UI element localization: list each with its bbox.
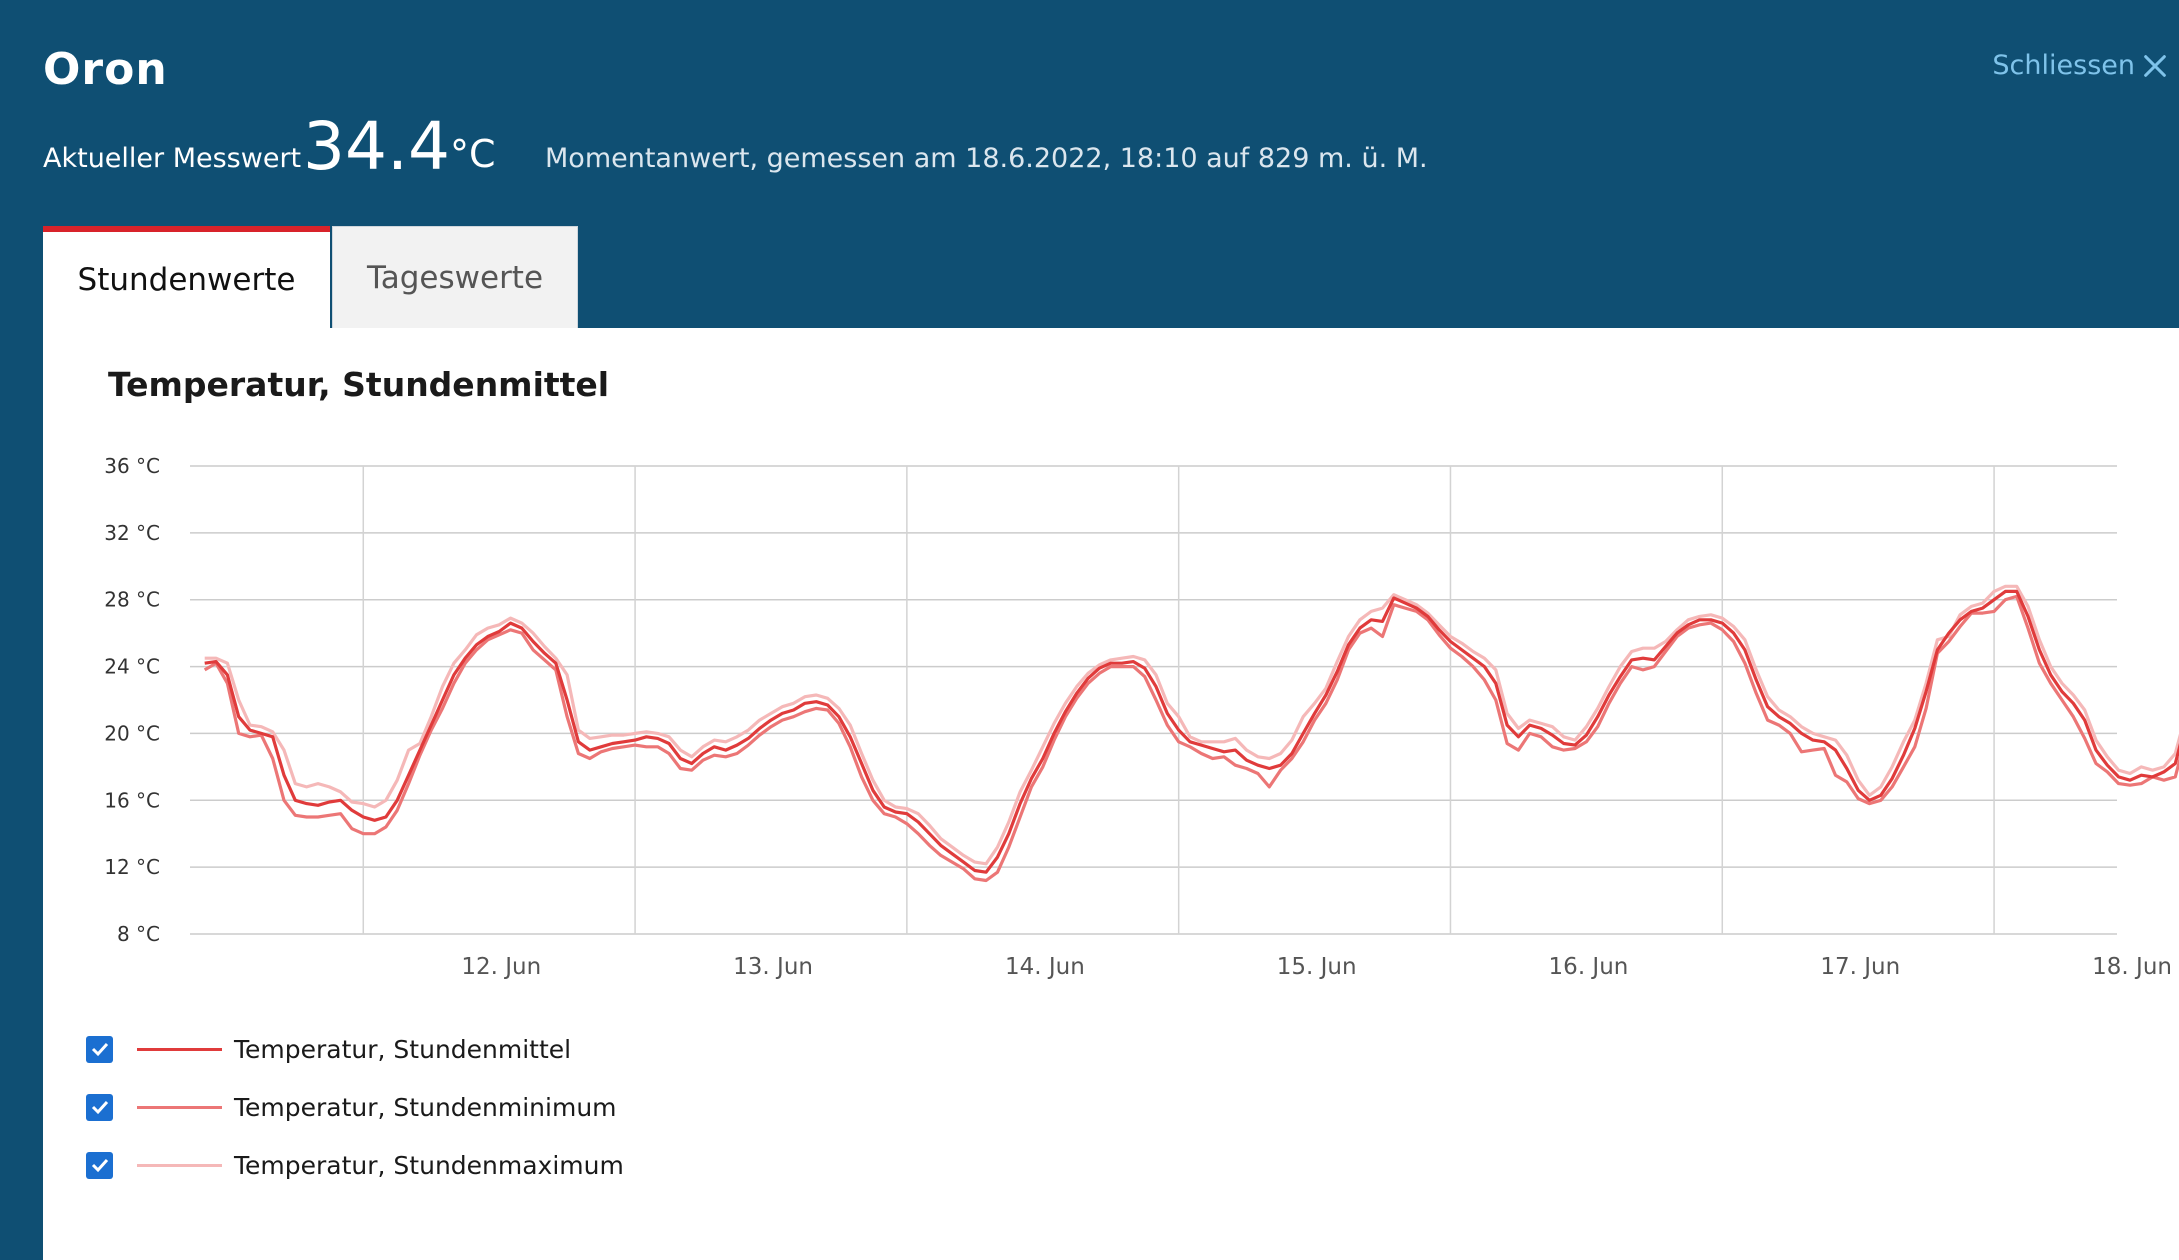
y-axis-ticks: 8 °C 12 °C 16 °C 20 °C 24 °C 28 °C 32 °C 36 °C [104, 454, 160, 946]
legend-line-min [137, 1105, 222, 1109]
legend-label: Temperatur, Stundenmaximum [234, 1150, 624, 1180]
legend-label: Temperatur, Stundenminimum [234, 1092, 617, 1122]
chart-grid [190, 465, 2117, 935]
y-tick-label: 12 °C [104, 855, 160, 879]
legend-item-min[interactable]: Temperatur, Stundenminimum [86, 1078, 624, 1136]
y-tick-label: 24 °C [104, 655, 160, 679]
legend-label: Temperatur, Stundenmittel [234, 1034, 572, 1064]
chart-legend: Temperatur, Stundenmittel Temperatur, St… [86, 1020, 624, 1194]
legend-item-mean[interactable]: Temperatur, Stundenmittel [86, 1020, 624, 1078]
legend-line-max [137, 1163, 222, 1167]
x-tick-label: 13. Jun [733, 954, 813, 980]
y-tick-label: 8 °C [117, 922, 160, 946]
y-tick-label: 32 °C [104, 521, 160, 545]
y-tick-label: 20 °C [104, 721, 160, 745]
legend-line-mean [137, 1047, 222, 1051]
series-line-2 [204, 584, 2179, 866]
y-tick-label: 36 °C [104, 454, 160, 478]
x-tick-label: 17. Jun [1820, 954, 1900, 980]
checkbox-checked-icon[interactable] [86, 1093, 113, 1121]
checkbox-checked-icon[interactable] [86, 1151, 113, 1179]
x-axis-ticks: 12. Jun 13. Jun 14. Jun 15. Jun 16. Jun 17. J… [461, 954, 2172, 980]
y-tick-label: 16 °C [104, 788, 160, 812]
y-tick-label: 28 °C [104, 588, 160, 612]
x-tick-label: 15. Jun [1277, 954, 1357, 980]
x-tick-label: 14. Jun [1005, 954, 1085, 980]
x-tick-label: 16. Jun [1549, 954, 1629, 980]
legend-item-max[interactable]: Temperatur, Stundenmaximum [86, 1136, 624, 1194]
checkbox-checked-icon[interactable] [86, 1035, 113, 1063]
x-tick-label: 18. Jun [2092, 954, 2172, 980]
x-tick-label: 12. Jun [461, 954, 541, 980]
